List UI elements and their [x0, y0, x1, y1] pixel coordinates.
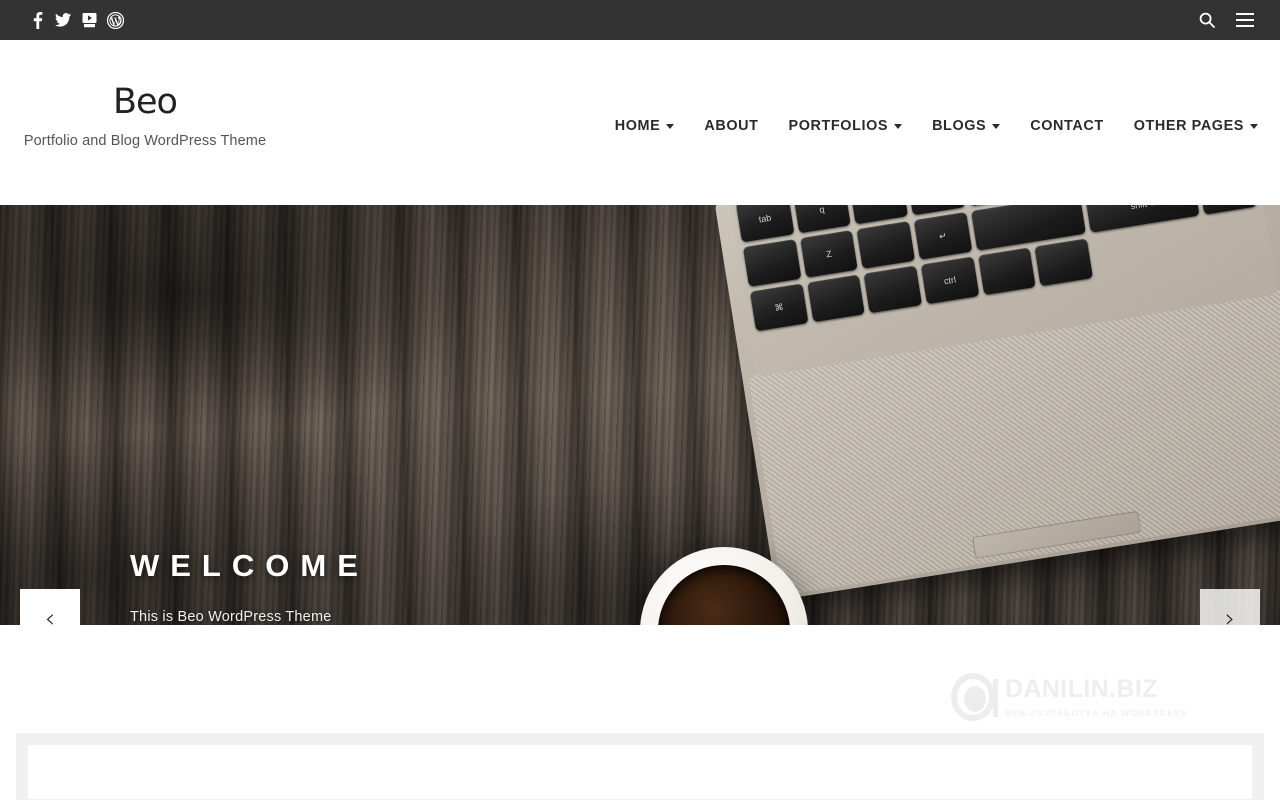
chevron-down-icon — [666, 123, 675, 129]
watermark-text: DANILIN.BIZ ВЕБ-РАЗРАБОТКА НА WORDPRESS — [1004, 674, 1188, 718]
facebook-icon[interactable] — [24, 0, 50, 40]
cup-coffee — [658, 565, 790, 625]
nav-item-portfolios[interactable]: PORTFOLIOS — [774, 118, 918, 134]
search-icon[interactable] — [1194, 0, 1220, 40]
nav-label: PORTFOLIOS — [788, 118, 889, 134]
keyboard-key: shift ↑ — [1084, 205, 1200, 233]
top-bar — [0, 0, 1280, 40]
hero-title: WELCOME — [130, 548, 369, 583]
chevron-down-icon — [894, 123, 903, 129]
slider-next-button[interactable]: › — [1200, 589, 1260, 625]
keyboard-key — [863, 265, 923, 314]
hero-slider: tab q A X caps lock Z ↵ shift ↑ ⌘ ctrl — [0, 205, 1280, 625]
keyboard-key: ⌘ — [749, 283, 809, 332]
site-header: Beo Portfolio and Blog WordPress Theme H… — [0, 40, 1280, 205]
watermark-title: DANILIN.BIZ — [1004, 674, 1158, 703]
nav-label: OTHER PAGES — [1133, 118, 1244, 134]
keyboard-key: q — [792, 205, 852, 234]
hero-subtitle: This is Beo WordPress Theme — [130, 609, 332, 625]
social-links — [24, 0, 128, 40]
nav-label: CONTACT — [1030, 118, 1104, 134]
keyboard-key: tab — [735, 205, 795, 243]
nav-label: ABOUT — [704, 118, 759, 134]
watermark-bar — [992, 679, 998, 717]
twitter-icon[interactable] — [50, 0, 76, 40]
nav-item-contact[interactable]: CONTACT — [1015, 118, 1118, 134]
keyboard-key — [1198, 205, 1257, 215]
nav-item-home[interactable]: HOME — [600, 118, 690, 134]
cup-body — [640, 547, 808, 625]
nav-item-other-pages[interactable]: OTHER PAGES — [1119, 118, 1258, 134]
keyboard-key: Z — [799, 230, 859, 278]
content-panel — [16, 733, 1264, 800]
keyboard-key — [856, 221, 916, 269]
watermark-logo-icon — [950, 673, 998, 721]
main-navigation: HOME ABOUT PORTFOLIOS BLOGS CONTACT OTHE… — [600, 118, 1258, 134]
topbar-actions — [1194, 0, 1258, 40]
watermark: DANILIN.BIZ ВЕБ-РАЗРАБОТКА НА WORDPRESS — [950, 673, 1188, 721]
content-panel-inner — [27, 744, 1253, 800]
hero-caption: WELCOME This is Beo WordPress Theme BUY … — [130, 550, 369, 625]
keyboard-key — [806, 274, 866, 323]
keyboard-key: ↵ — [913, 212, 973, 260]
site-logo[interactable]: Beo — [16, 85, 274, 120]
brand: Beo Portfolio and Blog WordPress Theme — [16, 85, 274, 150]
chevron-down-icon — [992, 123, 1001, 129]
slider-prev-button[interactable]: ‹ — [20, 589, 80, 625]
keyboard-key — [742, 239, 802, 287]
site-tagline: Portfolio and Blog WordPress Theme — [23, 133, 267, 149]
keyboard-key: ctrl — [920, 256, 980, 305]
keyboard-key — [977, 247, 1037, 296]
watermark-subtitle: ВЕБ-РАЗРАБОТКА НА WORDPRESS — [1004, 707, 1188, 718]
nav-label: BLOGS — [932, 118, 987, 134]
wordpress-icon[interactable] — [102, 0, 128, 40]
coffee-cup-illustration — [640, 547, 808, 625]
chevron-down-icon — [1250, 123, 1258, 129]
youtube-icon[interactable] — [76, 0, 102, 40]
hamburger-menu-icon[interactable] — [1232, 0, 1258, 40]
nav-item-blogs[interactable]: BLOGS — [917, 118, 1015, 134]
watermark-dot — [963, 686, 986, 712]
keyboard-key — [1034, 238, 1093, 287]
nav-item-about[interactable]: ABOUT — [689, 118, 773, 134]
nav-label: HOME — [614, 118, 661, 134]
